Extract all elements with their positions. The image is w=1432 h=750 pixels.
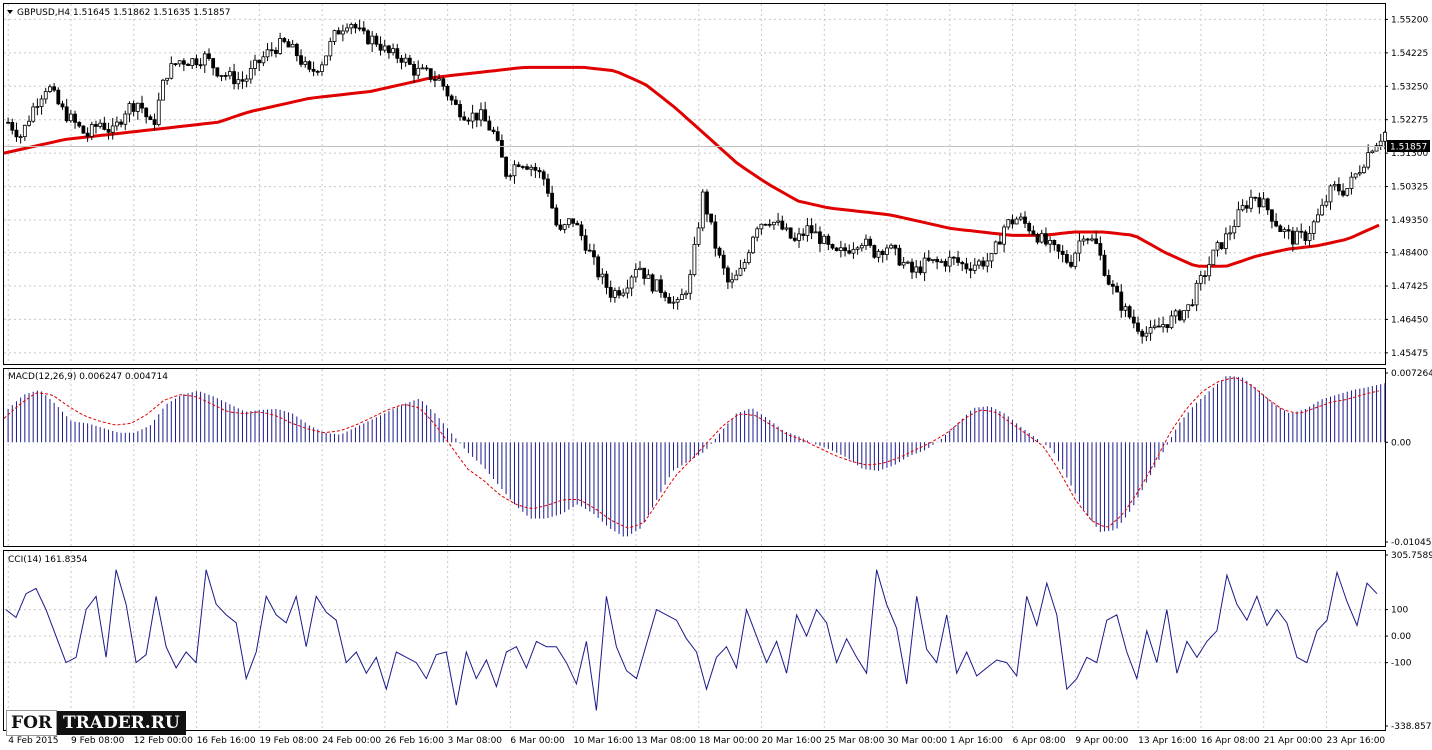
time-tick-label: 3 Mar 08:00 xyxy=(448,736,503,746)
candle xyxy=(596,254,601,281)
candle xyxy=(324,55,329,66)
candle xyxy=(763,223,768,226)
time-tick-label: 1 Apr 16:00 xyxy=(950,736,1003,746)
cci-tick-label: 305.7589 xyxy=(1391,551,1432,561)
time-tick-label: 9 Apr 00:00 xyxy=(1075,736,1128,746)
candle xyxy=(1211,249,1216,266)
candle xyxy=(554,204,559,227)
watermark-logo: FOR TRADER.RU xyxy=(6,709,186,737)
price-tick-label: 1.52275 xyxy=(1391,116,1428,126)
time-tick-label: 12 Feb 00:00 xyxy=(134,736,193,746)
candle xyxy=(1177,309,1182,322)
time-tick-label: 13 Mar 08:00 xyxy=(636,736,696,746)
watermark-part2: TRADER.RU xyxy=(57,711,186,735)
time-tick-label: 9 Feb 08:00 xyxy=(71,736,125,746)
time-tick-label: 10 Mar 16:00 xyxy=(573,736,633,746)
cci-tick-label: 100 xyxy=(1391,606,1408,616)
price-tick-label: 1.48400 xyxy=(1391,249,1428,259)
time-tick-label: 13 Apr 16:00 xyxy=(1138,736,1197,746)
price-tick-label: 1.47425 xyxy=(1391,282,1428,292)
candle xyxy=(650,273,655,294)
time-tick-label: 20 Mar 16:00 xyxy=(762,736,822,746)
cci-tick-label: 0.00 xyxy=(1391,632,1411,642)
candle xyxy=(751,235,755,254)
time-tick-label: 23 Apr 16:00 xyxy=(1326,736,1385,746)
price-tick-label: 1.45475 xyxy=(1391,349,1428,359)
candle xyxy=(1345,188,1350,197)
time-tick-label: 21 Apr 00:00 xyxy=(1264,736,1323,746)
price-tick-label: 1.54225 xyxy=(1391,49,1428,59)
macd-tick-label: 0.007264 xyxy=(1391,369,1432,379)
time-tick-label: 6 Apr 08:00 xyxy=(1013,736,1066,746)
price-tick-label: 1.53250 xyxy=(1391,82,1428,92)
cci-tick-label: -100 xyxy=(1391,659,1412,669)
candle xyxy=(993,240,998,255)
candle xyxy=(700,189,705,232)
cci-header: CCI(14) 161.8354 xyxy=(8,555,88,565)
time-tick-label: 30 Mar 00:00 xyxy=(887,736,947,746)
time-tick-label: 4 Feb 2015 xyxy=(8,736,58,746)
candle xyxy=(215,67,220,78)
macd-header: MACD(12,26,9) 0.006247 0.004714 xyxy=(8,372,168,382)
candle xyxy=(1219,242,1224,250)
price-tick-label: 1.49350 xyxy=(1391,216,1428,226)
time-tick-label: 19 Feb 08:00 xyxy=(259,736,318,746)
candle xyxy=(788,227,793,240)
candle xyxy=(1127,304,1132,320)
price-tick-label: 1.55200 xyxy=(1391,15,1428,25)
chart-window[interactable]: 1.552001.542251.532501.522751.513001.503… xyxy=(0,0,1432,750)
time-tick-label: 6 Mar 00:00 xyxy=(510,736,565,746)
watermark-part1: FOR xyxy=(6,710,58,736)
candle xyxy=(1073,251,1078,270)
candle xyxy=(56,87,61,106)
candle xyxy=(161,78,165,101)
time-tick-label: 26 Feb 16:00 xyxy=(385,736,444,746)
candle xyxy=(897,244,902,267)
current-price-label: 1.51857 xyxy=(1390,143,1427,153)
candle xyxy=(366,29,370,45)
candle xyxy=(81,125,86,134)
candle xyxy=(872,244,877,259)
cci-tick-label: -338.8577 xyxy=(1391,722,1432,732)
candle xyxy=(654,279,659,292)
macd-tick-label: 0.00 xyxy=(1391,438,1411,448)
time-tick-label: 16 Feb 16:00 xyxy=(197,736,256,746)
price-tick-label: 1.46450 xyxy=(1391,315,1428,325)
candle xyxy=(504,156,508,180)
time-tick-label: 24 Feb 00:00 xyxy=(322,736,381,746)
main-header: GBPUSD,H4 1.51645 1.51862 1.51635 1.5185… xyxy=(17,8,230,18)
time-tick-label: 16 Apr 08:00 xyxy=(1201,736,1260,746)
time-tick-label: 18 Mar 00:00 xyxy=(699,736,759,746)
price-tick-label: 1.50325 xyxy=(1391,183,1428,193)
macd-tick-label: -0.010453 xyxy=(1391,538,1432,548)
time-tick-label: 25 Mar 08:00 xyxy=(824,736,884,746)
